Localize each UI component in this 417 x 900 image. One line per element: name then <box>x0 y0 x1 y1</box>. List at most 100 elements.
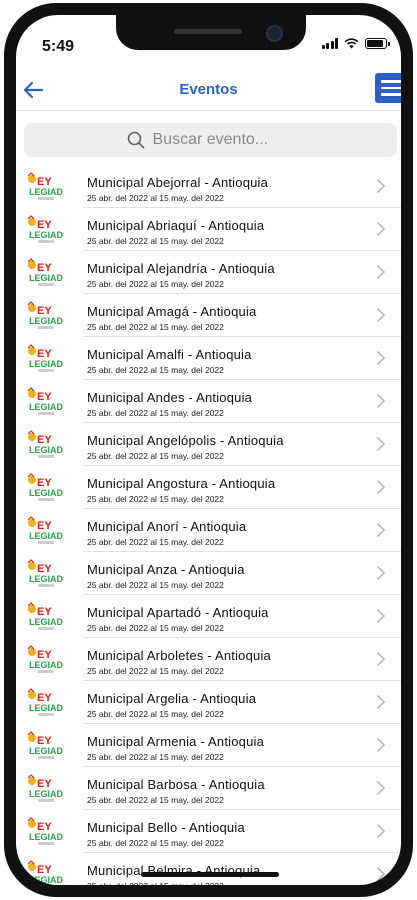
nav-bar: Eventos <box>16 70 401 111</box>
event-list-item[interactable]: EY LEGIAD Municipal Abejorral - Antioqui… <box>16 165 401 208</box>
event-title: Municipal Angostura - Antioquia <box>87 476 276 491</box>
event-logo-icon: EY LEGIAD <box>27 688 64 716</box>
event-title: Municipal Amagá - Antioquia <box>87 304 257 319</box>
event-logo-icon: EY LEGIAD <box>27 731 64 759</box>
event-title: Municipal Alejandría - Antioquia <box>87 261 275 276</box>
event-logo-icon: EY LEGIAD <box>27 473 64 501</box>
event-title: Municipal Barbosa - Antioquia <box>87 777 265 792</box>
event-title: Municipal Bello - Antioquia <box>87 820 245 835</box>
event-title: Municipal Abriaquí - Antioquia <box>87 218 265 233</box>
search-box <box>24 123 397 157</box>
event-title: Municipal Andes - Antioquia <box>87 390 253 405</box>
chevron-right-icon <box>377 738 385 752</box>
chevron-right-icon <box>377 566 385 580</box>
event-logo-icon: EY LEGIAD <box>27 172 64 200</box>
signal-icon <box>321 38 338 49</box>
chevron-right-icon <box>377 179 385 193</box>
event-date: 25 abr. del 2022 al 15 may. del 2022 <box>87 537 224 547</box>
menu-button[interactable] <box>375 73 401 103</box>
event-logo-icon: EY LEGIAD <box>27 301 64 329</box>
svg-text:LEGIAD: LEGIAD <box>29 359 64 369</box>
event-date: 25 abr. del 2022 al 15 may. del 2022 <box>87 666 224 676</box>
chevron-right-icon <box>377 652 385 666</box>
svg-text:LEGIAD: LEGIAD <box>29 746 64 756</box>
event-list: EY LEGIAD Municipal Abejorral - Antioqui… <box>16 165 401 885</box>
event-list-item[interactable]: EY LEGIAD Municipal Angostura - Antioqui… <box>16 466 401 509</box>
svg-text:LEGIAD: LEGIAD <box>29 488 64 498</box>
event-logo-icon: EY LEGIAD <box>27 645 64 673</box>
event-list-item[interactable]: EY LEGIAD Municipal Barbosa - Antioquia … <box>16 767 401 810</box>
event-title: Municipal Armenia - Antioquia <box>87 734 265 749</box>
event-list-item[interactable]: EY LEGIAD Municipal Alejandría - Antioqu… <box>16 251 401 294</box>
event-date: 25 abr. del 2022 al 15 may. del 2022 <box>87 623 224 633</box>
event-list-item[interactable]: EY LEGIAD Municipal Amagá - Antioquia 25… <box>16 294 401 337</box>
event-list-item[interactable]: EY LEGIAD Municipal Amalfi - Antioquia 2… <box>16 337 401 380</box>
event-date: 25 abr. del 2022 al 15 may. del 2022 <box>87 580 224 590</box>
chevron-right-icon <box>377 695 385 709</box>
event-logo-icon: EY LEGIAD <box>27 860 64 885</box>
event-title: Municipal Anza - Antioquia <box>87 562 245 577</box>
event-date: 25 abr. del 2022 al 15 may. del 2022 <box>87 193 224 203</box>
event-title: Municipal Amalfi - Antioquia <box>87 347 252 362</box>
event-logo-icon: EY LEGIAD <box>27 430 64 458</box>
event-date: 25 abr. del 2022 al 15 may. del 2022 <box>87 752 224 762</box>
svg-text:LEGIAD: LEGIAD <box>29 187 64 197</box>
svg-text:LEGIAD: LEGIAD <box>29 832 64 842</box>
event-logo-icon: EY LEGIAD <box>27 602 64 630</box>
event-list-item[interactable]: EY LEGIAD Municipal Anorí - Antioquia 25… <box>16 509 401 552</box>
event-list-item[interactable]: EY LEGIAD Municipal Abriaquí - Antioquia… <box>16 208 401 251</box>
chevron-right-icon <box>377 308 385 322</box>
chevron-right-icon <box>377 609 385 623</box>
app-screen: 5:49 Eventos Buscar evento... EY LEGIAD … <box>16 15 401 885</box>
event-list-item[interactable]: EY LEGIAD Municipal Argelia - Antioquia … <box>16 681 401 724</box>
svg-text:LEGIAD: LEGIAD <box>29 617 64 627</box>
event-logo-icon: EY LEGIAD <box>27 817 64 845</box>
event-date: 25 abr. del 2022 al 15 may. del 2022 <box>87 881 224 885</box>
search-icon <box>127 131 144 149</box>
wifi-icon <box>344 38 359 49</box>
chevron-right-icon <box>377 351 385 365</box>
status-icons <box>321 38 390 49</box>
camera <box>266 25 283 42</box>
event-logo-icon: EY LEGIAD <box>27 774 64 802</box>
search-input[interactable] <box>150 130 295 150</box>
svg-text:LEGIAD: LEGIAD <box>29 273 64 283</box>
event-date: 25 abr. del 2022 al 15 may. del 2022 <box>87 494 224 504</box>
status-time: 5:49 <box>42 38 75 55</box>
chevron-right-icon <box>377 523 385 537</box>
svg-text:LEGIAD: LEGIAD <box>29 789 64 799</box>
event-date: 25 abr. del 2022 al 15 may. del 2022 <box>87 838 224 848</box>
event-list-item[interactable]: EY LEGIAD Municipal Apartadó - Antioquia… <box>16 595 401 638</box>
chevron-right-icon <box>377 824 385 838</box>
menu-icon <box>381 80 401 83</box>
event-list-item[interactable]: EY LEGIAD Municipal Arboletes - Antioqui… <box>16 638 401 681</box>
event-list-item[interactable]: EY LEGIAD Municipal Armenia - Antioquia … <box>16 724 401 767</box>
event-logo-icon: EY LEGIAD <box>27 559 64 587</box>
event-list-item[interactable]: EY LEGIAD Municipal Belmira - Antioquia … <box>16 853 401 885</box>
page-title: Eventos <box>179 81 238 98</box>
event-logo-icon: EY LEGIAD <box>27 387 64 415</box>
notch <box>116 15 306 50</box>
event-date: 25 abr. del 2022 al 15 may. del 2022 <box>87 709 224 719</box>
home-indicator <box>141 872 279 877</box>
event-date: 25 abr. del 2022 al 15 may. del 2022 <box>87 451 224 461</box>
svg-text:LEGIAD: LEGIAD <box>29 445 64 455</box>
chevron-right-icon <box>377 265 385 279</box>
event-logo-icon: EY LEGIAD <box>27 215 64 243</box>
event-list-item[interactable]: EY LEGIAD Municipal Angelópolis - Antioq… <box>16 423 401 466</box>
speaker <box>174 29 242 34</box>
event-list-item[interactable]: EY LEGIAD Municipal Bello - Antioquia 25… <box>16 810 401 853</box>
event-logo-icon: EY LEGIAD <box>27 258 64 286</box>
chevron-right-icon <box>377 480 385 494</box>
event-date: 25 abr. del 2022 al 15 may. del 2022 <box>87 279 224 289</box>
search-bar <box>24 123 397 157</box>
chevron-right-icon <box>377 222 385 236</box>
chevron-right-icon <box>377 867 385 881</box>
svg-text:LEGIAD: LEGIAD <box>29 660 64 670</box>
event-list-item[interactable]: EY LEGIAD Municipal Anza - Antioquia 25 … <box>16 552 401 595</box>
svg-text:LEGIAD: LEGIAD <box>29 402 64 412</box>
event-title: Municipal Angelópolis - Antioquia <box>87 433 284 448</box>
event-list-item[interactable]: EY LEGIAD Municipal Andes - Antioquia 25… <box>16 380 401 423</box>
event-title: Municipal Apartadó - Antioquia <box>87 605 269 620</box>
event-title: Municipal Abejorral - Antioquia <box>87 175 269 190</box>
